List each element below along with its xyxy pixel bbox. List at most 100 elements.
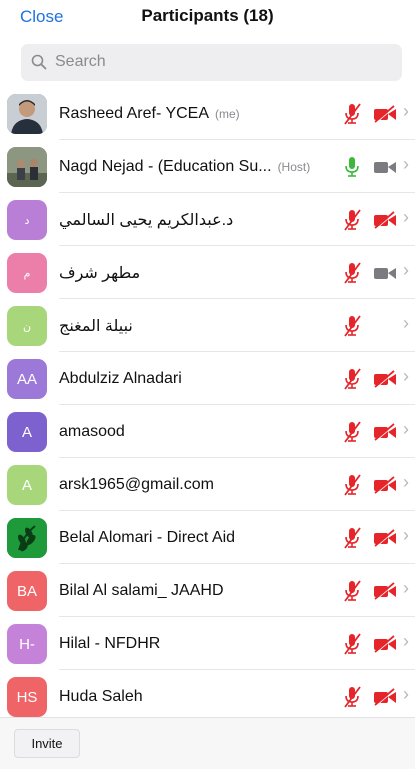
- video-camera-off-icon: [374, 105, 396, 124]
- participant-row[interactable]: HS Huda Saleh ›: [0, 670, 415, 717]
- participant-row[interactable]: Aamasood ›: [0, 405, 415, 458]
- participant-row[interactable]: ن نبيلة المغنج ›: [0, 299, 415, 352]
- video-camera-off-icon: [374, 635, 396, 654]
- microphone-muted-icon: [344, 262, 361, 284]
- avatar-initials: A: [21, 476, 32, 494]
- avatar-initials: H-: [19, 635, 35, 653]
- participant-role-tag: (me): [215, 106, 240, 121]
- chevron-right-icon: ›: [403, 101, 409, 121]
- microphone-muted-icon: [344, 633, 361, 655]
- participant-name: Bilal Al salami_ JAAHD: [59, 581, 224, 599]
- video-camera-icon: [374, 268, 396, 279]
- participant-name-wrap: Huda Saleh: [59, 670, 334, 717]
- video-camera-off-icon: [374, 688, 396, 707]
- participant-name-wrap: Hilal - NFDHR: [59, 617, 334, 670]
- search-icon: [31, 54, 47, 70]
- chevron-right-icon: ›: [403, 578, 409, 598]
- avatar: م: [7, 253, 47, 293]
- microphone-muted-icon: [344, 315, 361, 337]
- avatar-initials: BA: [16, 582, 37, 600]
- invite-button[interactable]: Invite: [14, 729, 80, 758]
- participant-name-wrap: Nagd Nejad - (Education Su... (Host): [59, 140, 334, 193]
- avatar: A: [7, 465, 47, 505]
- search-input[interactable]: Search: [21, 44, 402, 81]
- participant-name: Rasheed Aref- YCEA: [59, 104, 210, 122]
- avatar: د: [7, 200, 47, 240]
- participant-row[interactable]: Nagd Nejad - (Education Su... (Host) ›: [0, 140, 415, 193]
- participant-name: Huda Saleh: [59, 687, 143, 705]
- video-camera-off-icon: [374, 582, 396, 601]
- participant-name-wrap: amasood: [59, 405, 334, 458]
- participant-name: Abdulziz Alnadari: [59, 369, 182, 387]
- participant-name-wrap: مطهر شرف: [59, 246, 334, 299]
- participant-row[interactable]: H- Hilal - NFDHR ›: [0, 617, 415, 670]
- participant-name-wrap: arsk1965@gmail.com: [59, 458, 334, 511]
- video-camera-off-icon: [374, 370, 396, 389]
- video-camera-off-icon: [374, 423, 396, 442]
- participant-name: نبيلة المغنج: [59, 317, 133, 335]
- microphone-muted-icon: [344, 527, 361, 549]
- participant-row[interactable]: م مطهر شرف ›: [0, 246, 415, 299]
- participant-row[interactable]: د د.عبدالكريم يحيى السالمي ›: [0, 193, 415, 246]
- participant-name: Nagd Nejad - (Education Su...: [59, 157, 272, 175]
- participant-name-wrap: نبيلة المغنج: [59, 299, 334, 352]
- participant-name-wrap: Rasheed Aref- YCEA (me): [59, 87, 334, 140]
- avatar: AA: [7, 359, 47, 399]
- participant-role-tag: (Host): [277, 159, 311, 174]
- chevron-right-icon: ›: [403, 631, 409, 651]
- chevron-right-icon: ›: [403, 366, 409, 386]
- participant-name: Belal Alomari - Direct Aid: [59, 528, 236, 546]
- video-camera-icon: [374, 162, 396, 173]
- header-bar: Close Participants (18): [0, 0, 415, 36]
- participant-row[interactable]: BA Bilal Al salami_ JAAHD ›: [0, 564, 415, 617]
- person-photo-icon: [7, 94, 47, 134]
- chevron-right-icon: ›: [403, 684, 409, 704]
- participant-name-wrap: Belal Alomari - Direct Aid: [59, 511, 334, 564]
- footer-bar: Invite: [0, 717, 415, 769]
- participant-name: amasood: [59, 422, 125, 440]
- avatar: BA: [7, 571, 47, 611]
- avatar-photo: [7, 94, 47, 134]
- participant-name: د.عبدالكريم يحيى السالمي: [59, 211, 234, 229]
- leaf-icon: [7, 518, 47, 558]
- microphone-icon: [345, 157, 359, 177]
- microphone-muted-icon: [344, 580, 361, 602]
- participant-list: Rasheed Aref- YCEA (me) › Nagd Nejad - (Edu…: [0, 87, 415, 717]
- avatar-initials: HS: [16, 688, 38, 706]
- participant-name: arsk1965@gmail.com: [59, 475, 214, 493]
- participant-name: مطهر شرف: [59, 264, 141, 282]
- avatar: H-: [7, 624, 47, 664]
- avatar-initials: AA: [16, 370, 37, 388]
- avatar: A: [7, 412, 47, 452]
- avatar-photo: [7, 147, 47, 187]
- avatar-initials: م: [23, 267, 31, 280]
- chevron-right-icon: ›: [403, 154, 409, 174]
- participant-row[interactable]: Aarsk1965@gmail.com ›: [0, 458, 415, 511]
- participant-name: Hilal - NFDHR: [59, 634, 161, 652]
- search-placeholder: Search: [55, 53, 106, 70]
- microphone-muted-icon: [344, 368, 361, 390]
- chevron-right-icon: ›: [403, 472, 409, 492]
- microphone-muted-icon: [344, 474, 361, 496]
- avatar-initials: ن: [22, 320, 32, 333]
- video-camera-off-icon: [374, 476, 396, 495]
- avatar: HS: [7, 677, 47, 717]
- avatar-initials: A: [21, 423, 32, 441]
- microphone-muted-icon: [344, 103, 361, 125]
- microphone-muted-icon: [344, 209, 361, 231]
- participant-name-wrap: Bilal Al salami_ JAAHD: [59, 564, 334, 617]
- chevron-right-icon: ›: [403, 260, 409, 280]
- participant-name-wrap: د.عبدالكريم يحيى السالمي: [59, 193, 334, 246]
- chevron-right-icon: ›: [403, 419, 409, 439]
- participant-row[interactable]: AA Abdulziz Alnadari ›: [0, 352, 415, 405]
- chevron-right-icon: ›: [403, 207, 409, 227]
- video-camera-off-icon: [374, 211, 396, 230]
- chevron-right-icon: ›: [403, 313, 409, 333]
- chevron-right-icon: ›: [403, 525, 409, 545]
- microphone-muted-icon: [344, 686, 361, 708]
- avatar-leaf-logo: [7, 518, 47, 558]
- participant-row[interactable]: Rasheed Aref- YCEA (me) ›: [0, 87, 415, 140]
- group-photo-icon: [7, 147, 47, 187]
- participant-row[interactable]: Belal Alomari - Direct Aid ›: [0, 511, 415, 564]
- avatar: ن: [7, 306, 47, 346]
